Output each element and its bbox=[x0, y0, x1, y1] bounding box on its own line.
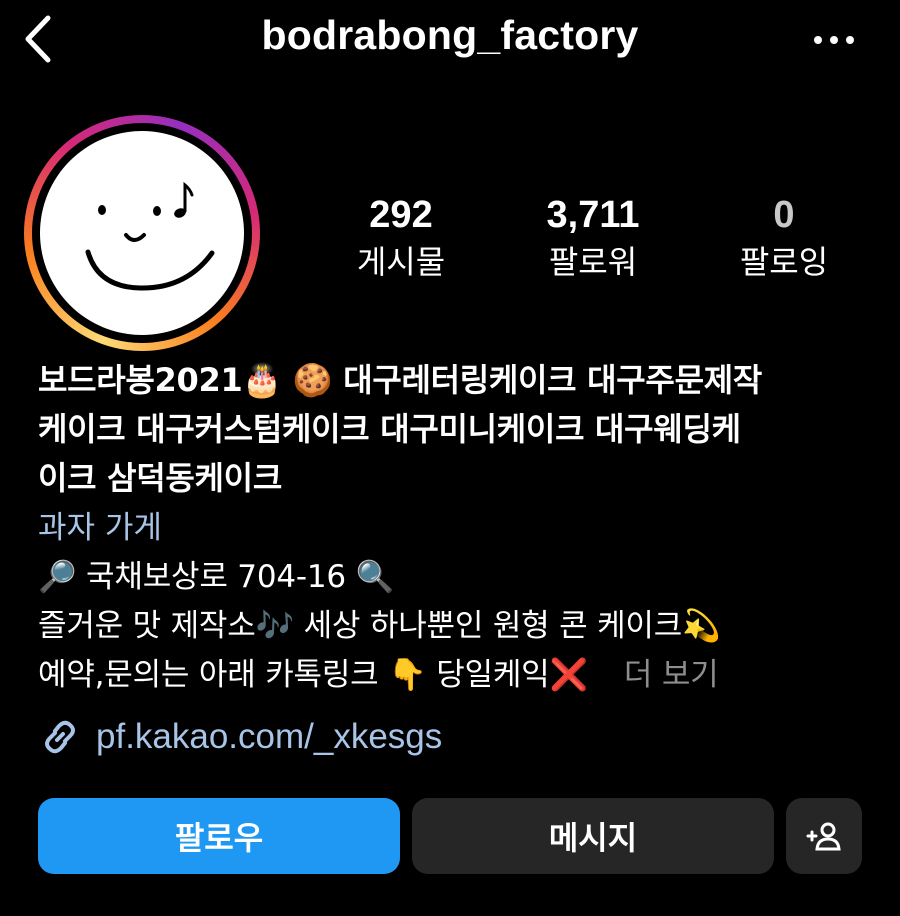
bio-link-url: pf.kakao.com/_xkesgs bbox=[96, 717, 443, 756]
more-options-button[interactable] bbox=[806, 20, 862, 60]
stat-followers[interactable]: 3,711 팔로워 bbox=[508, 193, 678, 285]
ellipsis-icon bbox=[814, 36, 854, 44]
stat-posts[interactable]: 292 게시물 bbox=[316, 193, 486, 285]
chevron-left-icon bbox=[25, 15, 51, 63]
bio-reservation-line: 예약,문의는 아래 카톡링크 👇 당일케익❌ 더 보기 bbox=[38, 651, 868, 700]
posts-label: 게시물 bbox=[356, 243, 446, 281]
add-person-icon bbox=[806, 822, 841, 851]
bio-reservation-text: 예약,문의는 아래 카톡링크 👇 당일케익❌ bbox=[38, 657, 588, 693]
bio-category[interactable]: 과자 가게 bbox=[38, 503, 868, 553]
follow-button-label: 팔로우 bbox=[174, 819, 264, 857]
following-count: 0 bbox=[773, 194, 795, 236]
suggested-accounts-button[interactable] bbox=[786, 798, 862, 874]
profile-username: bodrabong_factory bbox=[261, 12, 639, 58]
link-icon bbox=[45, 720, 75, 754]
bio-address-line: 🔎 국채보상로 704-16 🔍 bbox=[38, 559, 394, 595]
profile-header: bodrabong_factory bbox=[0, 0, 900, 80]
following-label: 팔로잉 bbox=[739, 243, 829, 281]
posts-count: 292 bbox=[369, 194, 433, 236]
avatar-story-ring[interactable] bbox=[24, 115, 260, 351]
message-button-label: 메시지 bbox=[548, 819, 638, 857]
back-button[interactable] bbox=[18, 14, 62, 64]
message-button[interactable]: 메시지 bbox=[412, 798, 774, 874]
smiley-face-icon bbox=[85, 181, 215, 291]
more-link[interactable]: 더 보기 bbox=[624, 657, 719, 693]
stat-following[interactable]: 0 팔로잉 bbox=[699, 193, 869, 285]
bio-link[interactable]: pf.kakao.com/_xkesgs bbox=[38, 712, 442, 762]
followers-count: 3,711 bbox=[546, 194, 640, 236]
bio-name-line: 보드라봉2021🎂 🍪 대구레터링케이크 대구주문제작 bbox=[38, 361, 762, 399]
avatar bbox=[40, 131, 244, 335]
profile-bio: 보드라봉2021🎂 🍪 대구레터링케이크 대구주문제작 케이크 대구커스텀케이크… bbox=[38, 356, 868, 700]
bio-description-line: 즐거운 맛 제작소🎶 세상 하나뿐인 원형 콘 케이크💫 bbox=[38, 608, 721, 644]
bio-name-line: 이크 삼덕동케이크 bbox=[38, 459, 282, 497]
followers-label: 팔로워 bbox=[548, 243, 638, 281]
follow-button[interactable]: 팔로우 bbox=[38, 798, 400, 874]
bio-name-line: 케이크 대구커스텀케이크 대구미니케이크 대구웨딩케 bbox=[38, 410, 741, 448]
